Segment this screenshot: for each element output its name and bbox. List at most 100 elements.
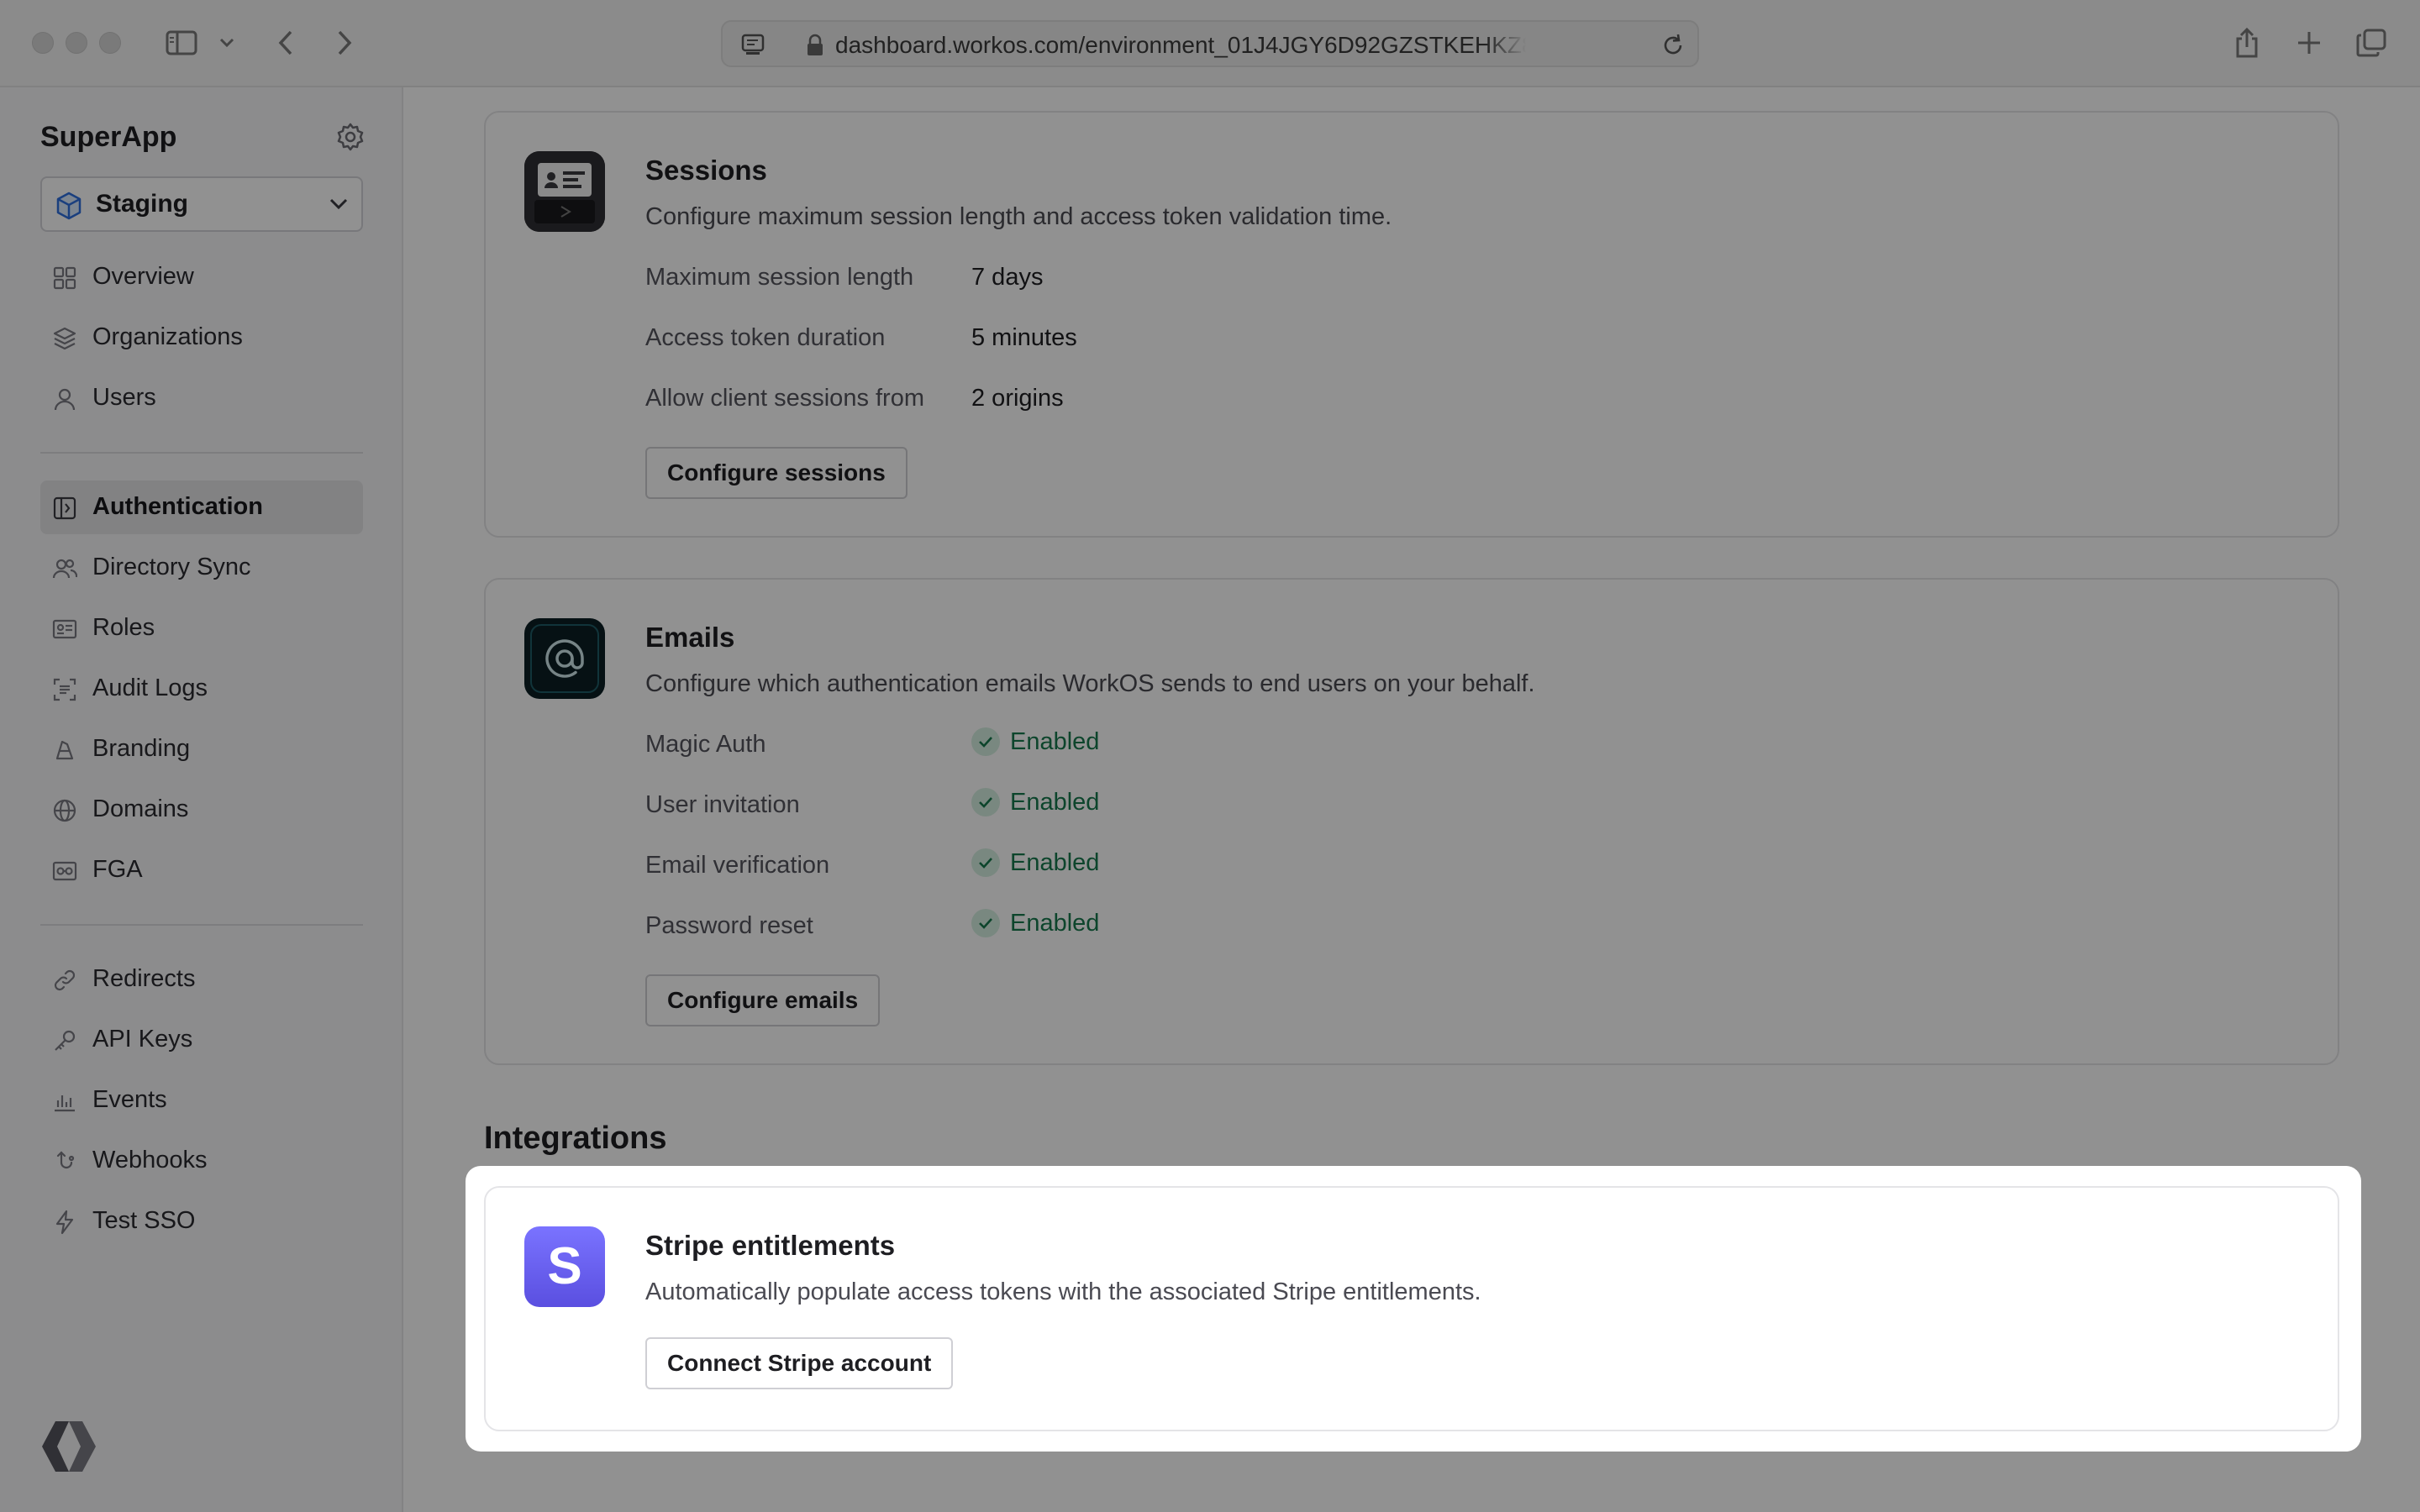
sidebar: SuperApp Staging Overview Organizations …	[0, 87, 403, 1512]
sidebar-toggle-icon[interactable]	[161, 22, 202, 64]
configure-sessions-button[interactable]: Configure sessions	[645, 447, 908, 499]
sidebar-item-label: Test SSO	[92, 1207, 196, 1234]
check-icon	[971, 727, 1000, 756]
link-icon	[52, 968, 77, 993]
sidebar-divider	[40, 924, 363, 926]
user-invitation-status: Enabled	[971, 788, 1099, 816]
emails-card: Emails Configure which authentication em…	[484, 578, 2339, 1065]
magic-auth-label: Magic Auth	[645, 731, 766, 758]
sidebar-item-label: Branding	[92, 735, 191, 762]
at-sign-icon	[524, 618, 605, 699]
sessions-description: Configure maximum session length and acc…	[645, 203, 1392, 230]
status-badge: Enabled	[1010, 909, 1100, 937]
environment-label: Staging	[96, 190, 188, 218]
sidebar-item-fga[interactable]: FGA	[40, 843, 363, 897]
stripe-entitlements-card: S Stripe entitlements Automatically popu…	[484, 1186, 2339, 1431]
connect-stripe-button[interactable]: Connect Stripe account	[645, 1337, 954, 1389]
sessions-title: Sessions	[645, 155, 767, 186]
sidebar-item-label: Authentication	[92, 493, 263, 520]
client-sessions-value: 2 origins	[971, 385, 1064, 412]
page-menu-icon[interactable]	[741, 34, 766, 63]
sidebar-item-audit-logs[interactable]: Audit Logs	[40, 662, 363, 716]
new-tab-icon[interactable]	[2292, 22, 2326, 64]
integrations-heading: Integrations	[484, 1121, 667, 1156]
share-icon[interactable]	[2230, 22, 2264, 64]
emails-title: Emails	[645, 622, 735, 653]
sidebar-item-test-sso[interactable]: Test SSO	[40, 1194, 363, 1248]
layers-icon	[52, 326, 77, 351]
sidebar-item-api-keys[interactable]: API Keys	[40, 1013, 363, 1067]
sidebar-item-label: Roles	[92, 614, 155, 641]
sidebar-item-label: Overview	[92, 263, 194, 290]
check-icon	[971, 909, 1000, 937]
sidebar-item-label: Events	[92, 1086, 167, 1113]
users-icon	[52, 556, 78, 581]
email-verification-label: Email verification	[645, 852, 830, 879]
events-icon	[52, 1089, 77, 1114]
sidebar-item-organizations[interactable]: Organizations	[40, 311, 363, 365]
spotlight-frame: S Stripe entitlements Automatically popu…	[466, 1166, 2361, 1452]
fga-icon	[52, 858, 77, 884]
sidebar-item-label: API Keys	[92, 1026, 193, 1053]
auth-icon	[52, 496, 77, 521]
sidebar-item-label: Webhooks	[92, 1147, 208, 1173]
max-session-length-label: Maximum session length	[645, 264, 914, 291]
check-icon	[971, 848, 1000, 877]
zoom-window-button[interactable]	[99, 32, 121, 54]
gear-icon[interactable]	[336, 123, 365, 151]
sessions-icon	[524, 151, 605, 232]
bolt-icon	[52, 1210, 77, 1235]
access-token-duration-value: 5 minutes	[971, 324, 1077, 351]
sidebar-item-label: FGA	[92, 856, 143, 883]
url-text: dashboard.workos.com/environment_01J4JGY…	[835, 32, 1526, 58]
magic-auth-status: Enabled	[971, 727, 1099, 756]
sidebar-item-domains[interactable]: Domains	[40, 783, 363, 837]
globe-icon	[52, 798, 77, 823]
forward-icon[interactable]	[329, 22, 360, 64]
grid-icon	[52, 265, 77, 291]
stripe-icon: S	[524, 1226, 605, 1307]
close-window-button[interactable]	[32, 32, 54, 54]
sidebar-item-webhooks[interactable]: Webhooks	[40, 1134, 363, 1188]
sidebar-item-label: Users	[92, 384, 156, 411]
sidebar-item-events[interactable]: Events	[40, 1074, 363, 1127]
lock-icon	[807, 34, 823, 63]
status-badge: Enabled	[1010, 788, 1100, 816]
brush-icon	[52, 738, 77, 763]
sidebar-item-roles[interactable]: Roles	[40, 601, 363, 655]
address-bar[interactable]: dashboard.workos.com/environment_01J4JGY…	[721, 20, 1699, 67]
sidebar-item-branding[interactable]: Branding	[40, 722, 363, 776]
sidebar-item-redirects[interactable]: Redirects	[40, 953, 363, 1006]
status-badge: Enabled	[1010, 727, 1100, 755]
environment-select[interactable]: Staging	[40, 176, 363, 232]
chevron-down-icon[interactable]	[215, 22, 239, 64]
webhook-icon	[52, 1149, 77, 1174]
user-icon	[52, 386, 77, 412]
sidebar-item-users[interactable]: Users	[40, 371, 363, 425]
access-token-duration-label: Access token duration	[645, 324, 886, 351]
status-badge: Enabled	[1010, 848, 1100, 876]
max-session-length-value: 7 days	[971, 264, 1044, 291]
reload-icon[interactable]	[1660, 33, 1686, 64]
sidebar-item-authentication[interactable]: Authentication	[40, 480, 363, 534]
sidebar-item-label: Organizations	[92, 323, 243, 350]
sessions-card: Sessions Configure maximum session lengt…	[484, 111, 2339, 538]
emails-description: Configure which authentication emails Wo…	[645, 670, 1535, 697]
stripe-icon-letter: S	[547, 1237, 581, 1295]
configure-emails-button[interactable]: Configure emails	[645, 974, 881, 1026]
id-card-icon	[52, 617, 77, 642]
sidebar-item-label: Directory Sync	[92, 554, 251, 580]
browser-toolbar: dashboard.workos.com/environment_01J4JGY…	[0, 0, 2420, 87]
sidebar-divider	[40, 452, 363, 454]
back-icon[interactable]	[271, 22, 301, 64]
cube-icon	[55, 192, 82, 224]
minimize-window-button[interactable]	[66, 32, 87, 54]
sidebar-item-directory-sync[interactable]: Directory Sync	[40, 541, 363, 595]
user-invitation-label: User invitation	[645, 791, 800, 818]
check-icon	[971, 788, 1000, 816]
sidebar-item-overview[interactable]: Overview	[40, 250, 363, 304]
password-reset-label: Password reset	[645, 912, 813, 939]
scan-icon	[52, 677, 77, 702]
sidebar-item-label: Audit Logs	[92, 675, 208, 701]
tab-overview-icon[interactable]	[2353, 22, 2390, 64]
